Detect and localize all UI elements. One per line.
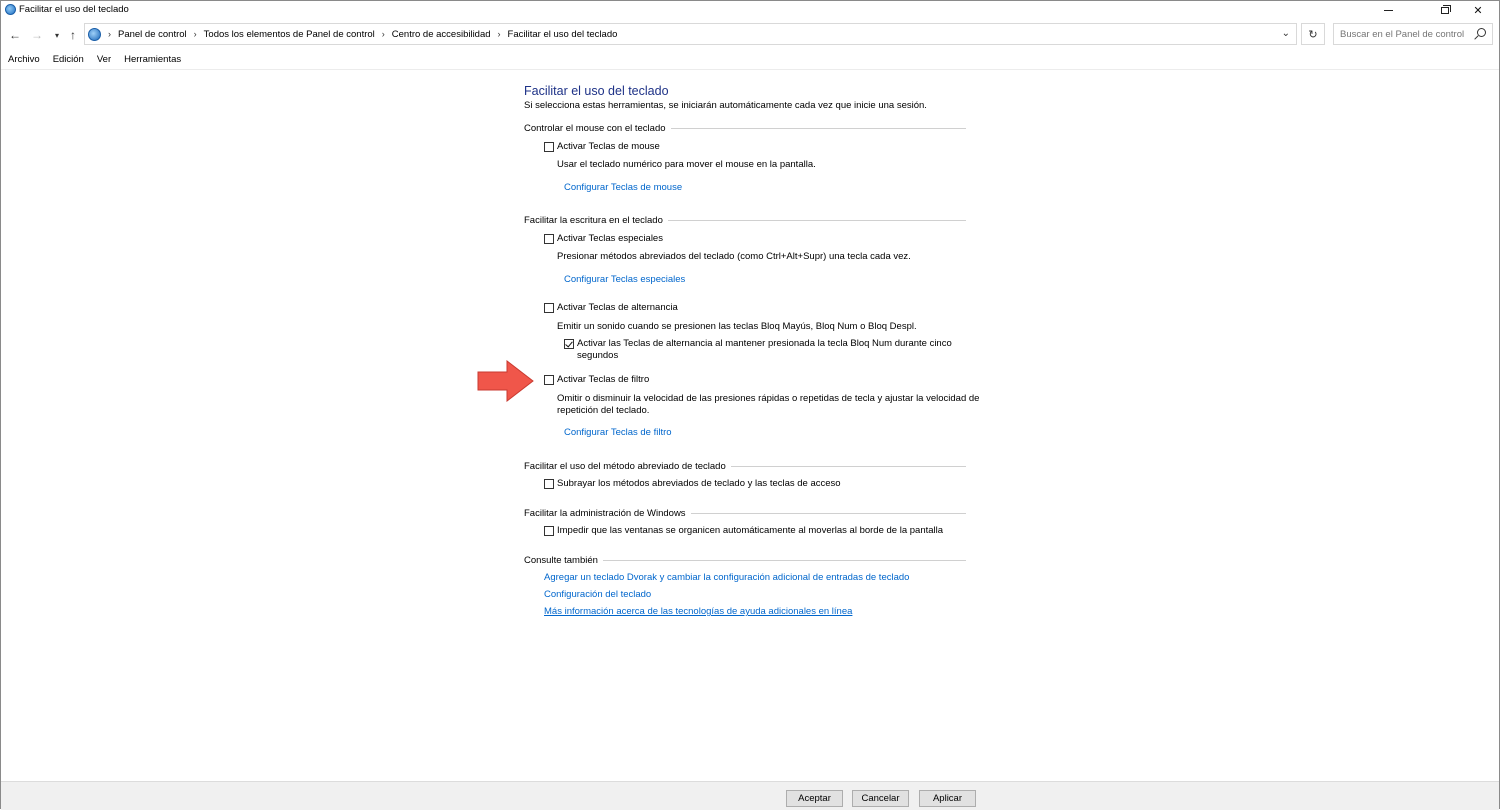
up-arrow-icon: ↑ [70,28,76,42]
back-arrow-icon: ← [9,28,21,42]
option-description: Emitir un sonido cuando se presionen las… [557,321,917,332]
section-heading-text: Facilitar la administración de Windows [524,508,686,519]
link-agregar-teclado-dvorak[interactable]: Agregar un teclado Dvorak y cambiar la c… [544,572,909,583]
chevron-down-icon: ▾ [54,30,59,40]
breadcrumb-separator-icon[interactable]: › [498,29,501,39]
close-icon: ✕ [1473,4,1483,17]
option-description-line1: Omitir o disminuir la velocidad de las p… [557,393,980,404]
link-configurar-teclas-especiales[interactable]: Configurar Teclas especiales [564,274,685,285]
checkbox-label[interactable]: Impedir que las ventanas se organicen au… [557,525,943,536]
option-description: Usar el teclado numérico para mover el m… [557,159,816,170]
breadcrumb-panel-de-control[interactable]: Panel de control [118,29,187,40]
title-bar: Facilitar el uso del teclado ✕ [1,1,1499,19]
divider [667,220,966,221]
minimize-button[interactable] [1365,1,1411,19]
control-panel-window: Facilitar el uso del teclado ✕ ← → ▾ ↑ ›… [0,0,1500,810]
breadcrumb-separator-icon[interactable]: › [382,29,385,39]
checkbox-teclas-de-filtro[interactable] [544,375,554,385]
forward-button[interactable]: → [29,27,45,43]
cancel-button[interactable]: Cancelar [852,790,909,807]
link-configurar-teclas-de-mouse[interactable]: Configurar Teclas de mouse [564,182,682,193]
checkbox-label-line2[interactable]: segundos [577,350,618,361]
section-heading-windows: Facilitar la administración de Windows [524,508,966,519]
accept-button[interactable]: Aceptar [786,790,843,807]
checkbox-label[interactable]: Activar Teclas de alternancia [557,302,678,313]
section-heading-typing: Facilitar la escritura en el teclado [524,215,966,226]
section-heading-mouse: Controlar el mouse con el teclado [524,123,966,134]
section-heading-text: Facilitar la escritura en el teclado [524,215,663,226]
checkbox-label[interactable]: Subrayar los métodos abreviados de tecla… [557,478,841,489]
checkbox-subrayar-metodos[interactable] [544,479,554,489]
checkbox-label-line1[interactable]: Activar las Teclas de alternancia al man… [577,338,952,349]
checkbox-alternancia-bloq-num[interactable] [564,339,574,349]
checkbox-label[interactable]: Activar Teclas de filtro [557,374,649,385]
address-dropdown-icon[interactable]: ⌄ [1282,28,1290,39]
divider [730,466,966,467]
section-heading-text: Consulte también [524,555,598,566]
link-configurar-teclas-de-filtro[interactable]: Configurar Teclas de filtro [564,427,672,438]
control-panel-icon [88,27,101,41]
breadcrumb-centro-de-accesibilidad[interactable]: Centro de accesibilidad [392,29,491,40]
navigation-bar: ← → ▾ ↑ › Panel de control › Todos los e… [1,23,1499,47]
checkbox-teclas-de-mouse[interactable] [544,142,554,152]
checkbox-impedir-organizar-ventanas[interactable] [544,526,554,536]
search-box[interactable] [1333,23,1493,45]
section-heading-see-also: Consulte también [524,555,966,566]
breadcrumb-todos-los-elementos[interactable]: Todos los elementos de Panel de control [204,29,375,40]
footer-bar: Aceptar Cancelar Aplicar [1,781,1499,810]
checkbox-teclas-de-alternancia[interactable] [544,303,554,313]
restore-icon [1441,4,1451,14]
menu-bar: Archivo Edición Ver Herramientas [1,52,187,68]
option-description-line2: repetición del teclado. [557,405,650,416]
up-button[interactable]: ↑ [65,27,81,43]
divider [602,560,966,561]
search-input[interactable] [1340,28,1470,40]
menu-ver[interactable]: Ver [90,52,117,68]
page-subtitle: Si selecciona estas herramientas, se ini… [524,100,927,111]
link-configuracion-del-teclado[interactable]: Configuración del teclado [544,589,651,600]
breadcrumb-separator-icon[interactable]: › [108,29,111,39]
breadcrumb-facilitar-teclado[interactable]: Facilitar el uso del teclado [508,29,618,40]
section-heading-text: Controlar el mouse con el teclado [524,123,666,134]
menu-archivo[interactable]: Archivo [1,52,46,68]
recent-locations-button[interactable]: ▾ [49,27,65,43]
page-title: Facilitar el uso del teclado [524,84,669,98]
search-icon [1477,28,1486,37]
red-pointer-arrow-icon [477,360,534,402]
option-description: Presionar métodos abreviados del teclado… [557,251,911,262]
address-bar[interactable]: › Panel de control › Todos los elementos… [84,23,1297,45]
control-panel-icon [5,4,16,15]
section-heading-shortcuts: Facilitar el uso del método abreviado de… [524,461,966,472]
apply-button[interactable]: Aplicar [919,790,976,807]
checkbox-label[interactable]: Activar Teclas especiales [557,233,663,244]
refresh-button[interactable]: ↻ [1301,23,1325,45]
back-button[interactable]: ← [7,27,23,43]
forward-arrow-icon: → [31,28,43,42]
window-title: Facilitar el uso del teclado [19,4,129,15]
close-button[interactable]: ✕ [1455,1,1500,19]
checkbox-teclas-especiales[interactable] [544,234,554,244]
menu-herramientas[interactable]: Herramientas [117,52,187,68]
menu-edicion[interactable]: Edición [46,52,90,68]
link-mas-informacion-tecnologias[interactable]: Más información acerca de las tecnología… [544,606,852,617]
breadcrumb-separator-icon[interactable]: › [194,29,197,39]
divider [690,513,966,514]
checkbox-label[interactable]: Activar Teclas de mouse [557,141,660,152]
divider [670,128,966,129]
refresh-icon: ↻ [1308,28,1318,41]
minimize-icon [1383,9,1393,11]
main-content: Facilitar el uso del teclado Si seleccio… [1,69,1499,780]
section-heading-text: Facilitar el uso del método abreviado de… [524,461,726,472]
